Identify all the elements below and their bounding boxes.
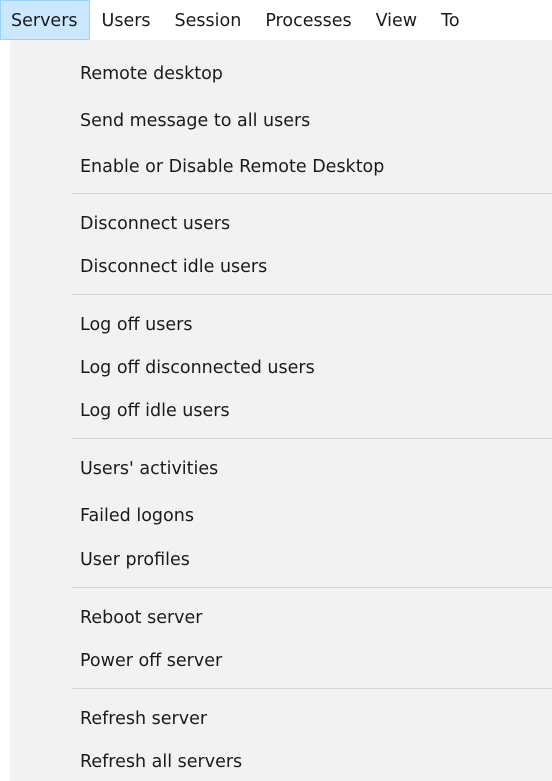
- menu-separator: [72, 438, 552, 439]
- menu-separator: [72, 193, 552, 194]
- menu-item-disconnect-idle-users[interactable]: Disconnect idle users: [80, 255, 267, 279]
- servers-dropdown-menu: Remote desktop Send message to all users…: [10, 40, 552, 781]
- menu-session[interactable]: Session: [163, 0, 254, 40]
- menu-item-refresh-all-servers[interactable]: Refresh all servers: [80, 750, 242, 774]
- menu-item-users-activities[interactable]: Users' activities: [80, 457, 218, 481]
- menu-item-log-off-disconnected-users[interactable]: Log off disconnected users: [80, 356, 315, 380]
- menu-item-user-profiles[interactable]: User profiles: [80, 548, 190, 572]
- menu-item-failed-logons[interactable]: Failed logons: [80, 504, 194, 528]
- menu-item-remote-desktop[interactable]: Remote desktop: [80, 62, 223, 86]
- menu-item-reboot-server[interactable]: Reboot server: [80, 606, 202, 630]
- menu-separator: [72, 587, 552, 588]
- menu-item-send-message-all-users[interactable]: Send message to all users: [80, 109, 310, 133]
- menu-users[interactable]: Users: [90, 0, 163, 40]
- menu-separator: [72, 294, 552, 295]
- menu-item-disconnect-users[interactable]: Disconnect users: [80, 212, 230, 236]
- menu-bar: Servers Users Session Processes View To: [0, 0, 552, 40]
- menu-tools[interactable]: To: [429, 0, 471, 40]
- menu-item-enable-disable-remote-desktop[interactable]: Enable or Disable Remote Desktop: [80, 155, 384, 179]
- menu-item-power-off-server[interactable]: Power off server: [80, 649, 222, 673]
- menu-servers[interactable]: Servers: [0, 0, 90, 40]
- menu-item-log-off-users[interactable]: Log off users: [80, 313, 192, 337]
- menu-item-refresh-server[interactable]: Refresh server: [80, 707, 207, 731]
- menu-view[interactable]: View: [364, 0, 430, 40]
- menu-separator: [72, 688, 552, 689]
- menu-processes[interactable]: Processes: [253, 0, 363, 40]
- menu-item-log-off-idle-users[interactable]: Log off idle users: [80, 399, 230, 423]
